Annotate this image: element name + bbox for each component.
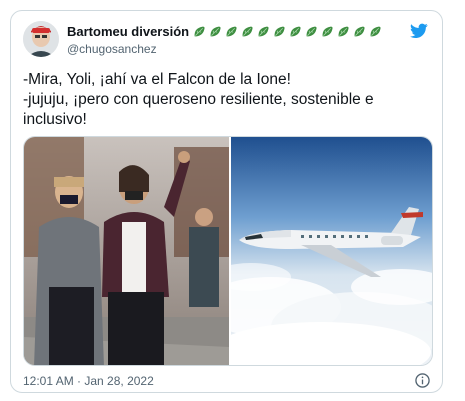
green-leaf-emoji-icon [258, 26, 269, 37]
green-leaf-emoji-icon [242, 26, 253, 37]
street-photo-image[interactable] [24, 137, 229, 366]
green-leaf-emoji-icon [322, 26, 333, 37]
green-leaf-emoji-icon [226, 26, 237, 37]
tweet-text-line: -Mira, Yoli, ¡ahí va el Falcon de la Ion… [23, 71, 291, 88]
info-icon[interactable] [415, 373, 430, 388]
green-leaf-emoji-icon [306, 26, 317, 37]
tweet-text: -Mira, Yoli, ¡ahí va el Falcon de la Ion… [23, 70, 433, 130]
avatar[interactable] [23, 21, 59, 57]
tweet-media[interactable] [23, 136, 433, 366]
leaf-emoji-row [193, 25, 385, 38]
private-jet-photo-image[interactable] [231, 137, 433, 366]
tweet-text-line: -jujuju, ¡pero con queroseno resiliente,… [23, 91, 374, 108]
twitter-bird-icon[interactable] [410, 23, 428, 39]
green-leaf-emoji-icon [210, 26, 221, 37]
green-leaf-emoji-icon [338, 26, 349, 37]
green-leaf-emoji-icon [370, 26, 381, 37]
tweet-text-line: inclusivo! [23, 111, 87, 128]
display-name[interactable]: Bartomeu diversión [67, 24, 189, 39]
user-handle[interactable]: @chugosanchez [67, 42, 157, 56]
green-leaf-emoji-icon [290, 26, 301, 37]
green-leaf-emoji-icon [274, 26, 285, 37]
author-name-row: Bartomeu diversión [67, 24, 385, 39]
green-leaf-emoji-icon [194, 26, 205, 37]
tweet-timestamp[interactable]: 12:01 AM · Jan 28, 2022 [23, 374, 154, 388]
green-leaf-emoji-icon [354, 26, 365, 37]
tweet-card: Bartomeu diversión @chugosanchez -Mira, … [10, 10, 443, 393]
